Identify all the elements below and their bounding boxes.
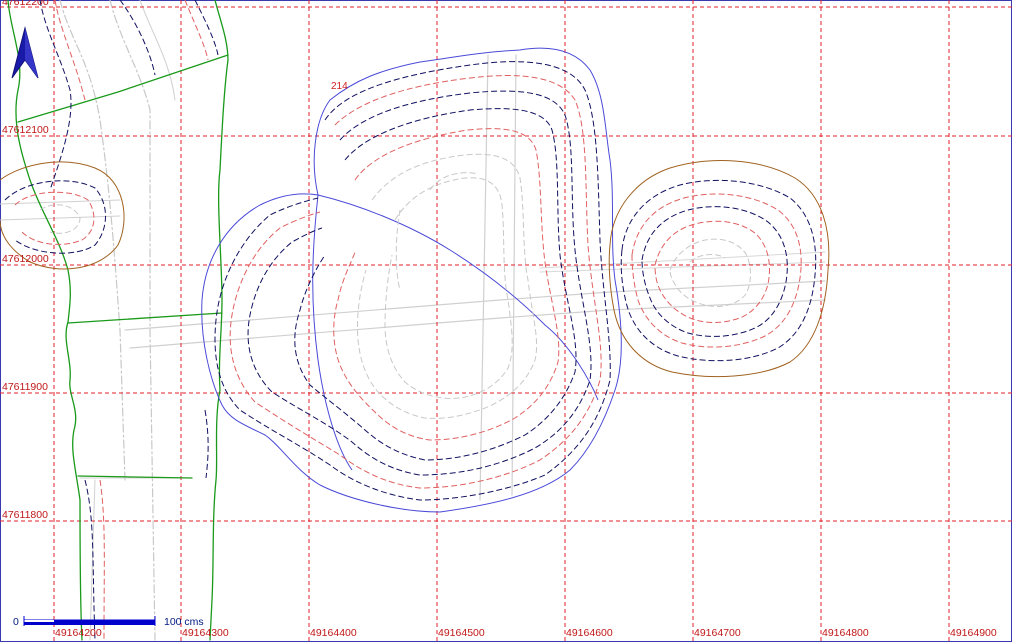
y-coordinate-label: 47612200 [2, 0, 49, 8]
y-coordinate-label: 47611800 [2, 509, 48, 521]
north-arrow-icon [11, 26, 39, 79]
y-axis-labels: 47612200 47612100 47612000 47611900 47611800 [2, 0, 49, 521]
scale-bar: 0 100 cms [13, 616, 204, 628]
x-coordinate-label: 49164800 [822, 627, 869, 639]
y-coordinate-label: 47612100 [2, 124, 49, 136]
grid-lines [0, 0, 1012, 642]
x-coordinate-label: 49164900 [950, 627, 997, 639]
green-boundaries [7, 0, 229, 641]
x-coordinate-label: 49164400 [310, 627, 357, 639]
x-coordinate-label: 49164500 [438, 627, 485, 639]
large-pond-center[interactable] [201, 47, 622, 513]
scale-start-label: 0 [13, 616, 19, 628]
spot-elevation-label: 214 [331, 81, 348, 92]
x-axis-labels: 49164200 49164300 49164400 49164500 49164600… [55, 627, 997, 639]
x-coordinate-label: 49164600 [566, 627, 613, 639]
map-canvas[interactable]: 49164200 49164300 49164400 49164500 49164600… [0, 0, 1012, 642]
scale-end-label: 100 cms [164, 616, 204, 628]
y-coordinate-label: 47612000 [2, 253, 49, 265]
y-coordinate-label: 47611900 [2, 381, 48, 393]
x-coordinate-label: 49164700 [694, 627, 741, 639]
map-border [0, 0, 1012, 642]
x-coordinate-label: 49164200 [55, 627, 102, 639]
x-coordinate-label: 49164300 [182, 627, 229, 639]
left-contours [39, 0, 219, 641]
